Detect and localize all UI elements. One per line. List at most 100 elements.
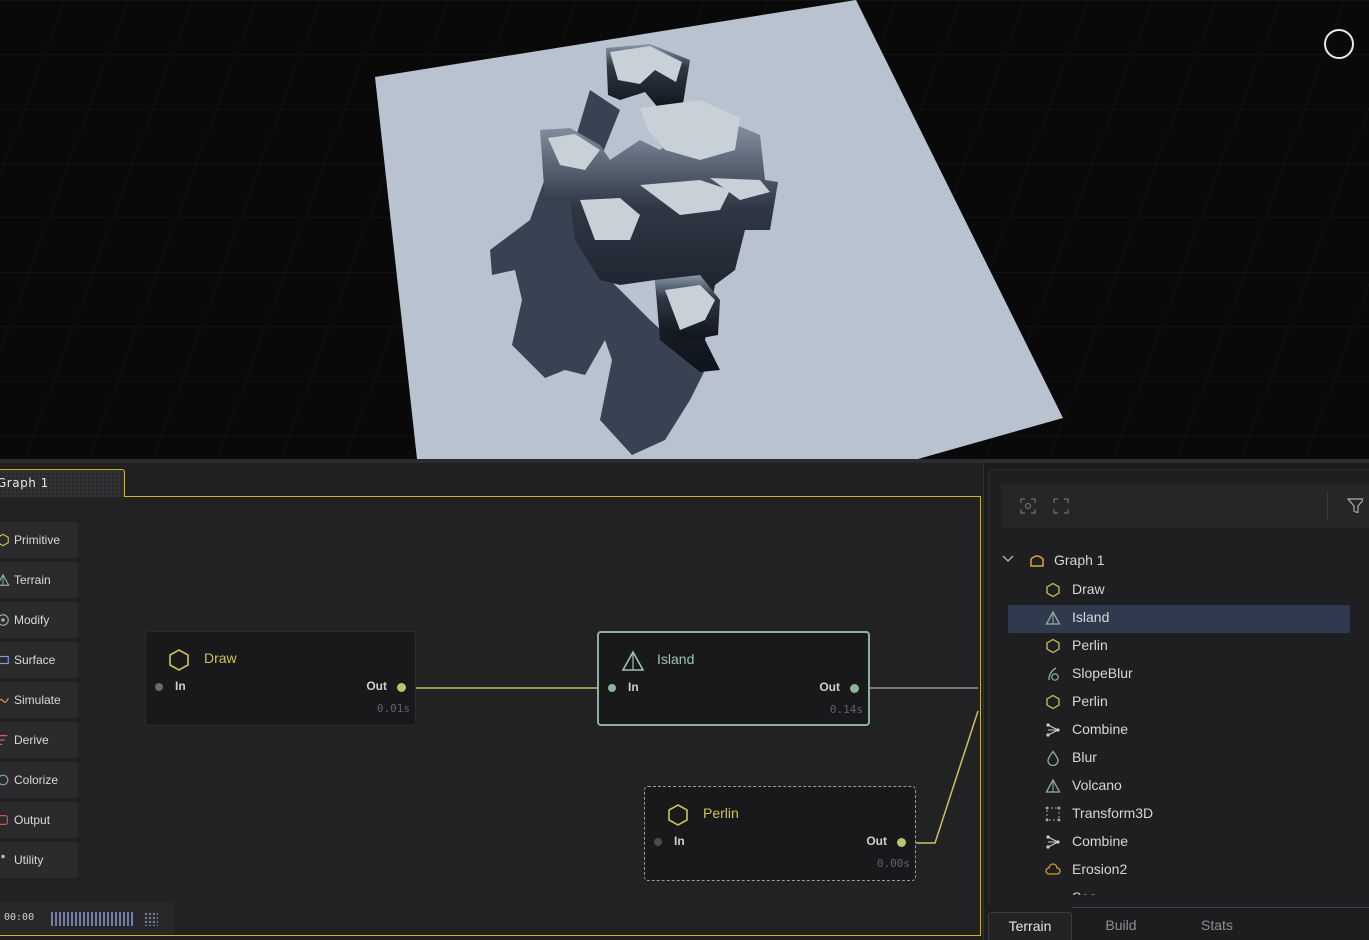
combine-icon — [1046, 723, 1060, 737]
bottom-tabs: Terrain Build Stats — [984, 907, 1369, 940]
palette-item-primitive[interactable]: Primitive — [0, 522, 78, 558]
outline-toolbar — [1001, 484, 1369, 528]
palette-item-label: Output — [14, 813, 51, 827]
input-port[interactable] — [155, 683, 163, 691]
chevron-down-icon[interactable] — [1002, 555, 1014, 563]
timeline-track[interactable] — [51, 912, 135, 926]
tab-underline — [1072, 907, 1369, 908]
terrain-viewport[interactable] — [0, 0, 1369, 459]
input-port-label: In — [674, 834, 685, 848]
tree-item-label: Combine — [1072, 833, 1129, 849]
tree-item-label: Island — [1072, 609, 1110, 625]
tab-stats[interactable]: Stats — [1180, 912, 1254, 940]
tree-item-combine[interactable]: Combine — [1008, 829, 1350, 857]
transform-icon — [1045, 806, 1061, 822]
palette-item-label: Primitive — [14, 533, 61, 547]
tab-terrain[interactable]: Terrain — [988, 912, 1072, 940]
wave-icon — [1045, 890, 1061, 895]
hexagon-icon — [1046, 582, 1060, 598]
palette-item-label: Terrain — [14, 573, 51, 587]
hexagon-icon — [668, 804, 688, 826]
loading-ring-icon — [1324, 29, 1354, 59]
tree-item-label: Blur — [1072, 749, 1097, 765]
drop-icon — [1047, 750, 1059, 766]
palette-item-label: Modify — [14, 613, 50, 627]
input-port-label: In — [175, 679, 186, 693]
output-port-label: Out — [366, 679, 387, 693]
tree-item-label: Transform3D — [1072, 805, 1154, 821]
frame-all-icon[interactable] — [1053, 498, 1069, 514]
output-icon — [0, 815, 8, 825]
mountain-icon — [1045, 778, 1061, 793]
tab-build[interactable]: Build — [1084, 912, 1158, 940]
tree-item-label: Volcano — [1072, 777, 1122, 793]
surface-icon — [0, 655, 9, 665]
slope-icon — [1048, 667, 1059, 681]
tree-item-blur[interactable]: Blur — [1008, 745, 1350, 773]
hexagon-icon — [169, 649, 189, 671]
derive-icon — [0, 735, 8, 745]
output-port[interactable] — [850, 684, 859, 693]
palette-item-label: Simulate — [14, 693, 61, 707]
tree-item-label: Sea — [1072, 889, 1097, 895]
node-island[interactable]: Island In Out 0.14s — [597, 631, 870, 726]
input-port[interactable] — [654, 838, 662, 846]
graph-editor: Graph 1 Primitive Terrain Modify Surface Sim… — [0, 463, 983, 940]
node-time: 0.14s — [829, 703, 863, 716]
filter-icon[interactable] — [1347, 497, 1363, 513]
output-port[interactable] — [897, 838, 906, 847]
tree-root-graph[interactable]: Graph 1 — [992, 543, 1366, 577]
node-time: 0.01s — [376, 702, 410, 715]
tree-item-volcano[interactable]: Volcano — [1008, 773, 1350, 801]
tree-item-label: Draw — [1072, 581, 1105, 597]
tree-item-label: Perlin — [1072, 693, 1108, 709]
node-perlin[interactable]: Perlin In Out 0.00s — [644, 786, 916, 881]
palette-item-utility[interactable]: Utility — [0, 842, 78, 878]
palette-item-terrain[interactable]: Terrain — [0, 562, 78, 598]
node-title: Island — [657, 651, 695, 667]
tree-item-draw[interactable]: Draw — [1008, 577, 1350, 605]
node-title: Perlin — [703, 805, 739, 821]
hexagon-icon — [0, 533, 9, 547]
terrain-render — [0, 0, 1369, 459]
hexagon-icon — [1046, 694, 1060, 710]
output-port[interactable] — [397, 683, 406, 692]
hexagon-icon — [1046, 638, 1060, 654]
palette-item-modify[interactable]: Modify — [0, 602, 78, 638]
palette-item-derive[interactable]: Derive — [0, 722, 78, 758]
palette-item-label: Colorize — [14, 773, 59, 787]
tree-item-sea[interactable]: Sea — [1008, 885, 1350, 895]
tree-item-label: Perlin — [1072, 637, 1108, 653]
tree-item-perlin[interactable]: Perlin — [1008, 689, 1350, 717]
palette-item-label: Utility — [14, 853, 44, 867]
palette-item-label: Surface — [14, 653, 56, 667]
modify-icon — [0, 614, 9, 626]
node-palette: Primitive Terrain Modify Surface Simulate Der… — [0, 522, 78, 882]
node-title: Draw — [204, 650, 237, 666]
palette-item-output[interactable]: Output — [0, 802, 78, 838]
tree-item-label: Erosion2 — [1072, 861, 1128, 877]
tree-item-combine[interactable]: Combine — [1008, 717, 1350, 745]
focus-selected-icon[interactable] — [1020, 498, 1036, 514]
palette-item-surface[interactable]: Surface — [0, 642, 78, 678]
input-port[interactable] — [608, 684, 616, 692]
tree-item-perlin[interactable]: Perlin — [1008, 633, 1350, 661]
tree-item-slopeblur[interactable]: SlopeBlur — [1008, 661, 1350, 689]
tree-item-label: SlopeBlur — [1072, 665, 1133, 681]
output-port-label: Out — [819, 680, 840, 694]
tree-item-erosion2[interactable]: Erosion2 — [1008, 857, 1350, 885]
utility-icon — [1, 854, 5, 859]
mountain-icon — [0, 573, 10, 586]
node-draw[interactable]: Draw In Out 0.01s — [145, 631, 416, 726]
cloud-icon — [1045, 863, 1061, 875]
outline-panel: Graph 1 Draw Island Perlin SlopeBlur Perlin C… — [983, 463, 1369, 940]
tree-item-transform3d[interactable]: Transform3D — [1008, 801, 1350, 829]
grid-icon[interactable] — [144, 912, 158, 926]
timeline-bar[interactable]: 00:00 — [0, 902, 174, 934]
palette-item-simulate[interactable]: Simulate — [0, 682, 78, 718]
palette-item-colorize[interactable]: Colorize — [0, 762, 78, 798]
palette-item-label: Derive — [14, 733, 49, 747]
tree-item-island[interactable]: Island — [1008, 605, 1350, 633]
toolbar-separator — [1327, 492, 1328, 520]
mountain-icon — [621, 650, 645, 671]
